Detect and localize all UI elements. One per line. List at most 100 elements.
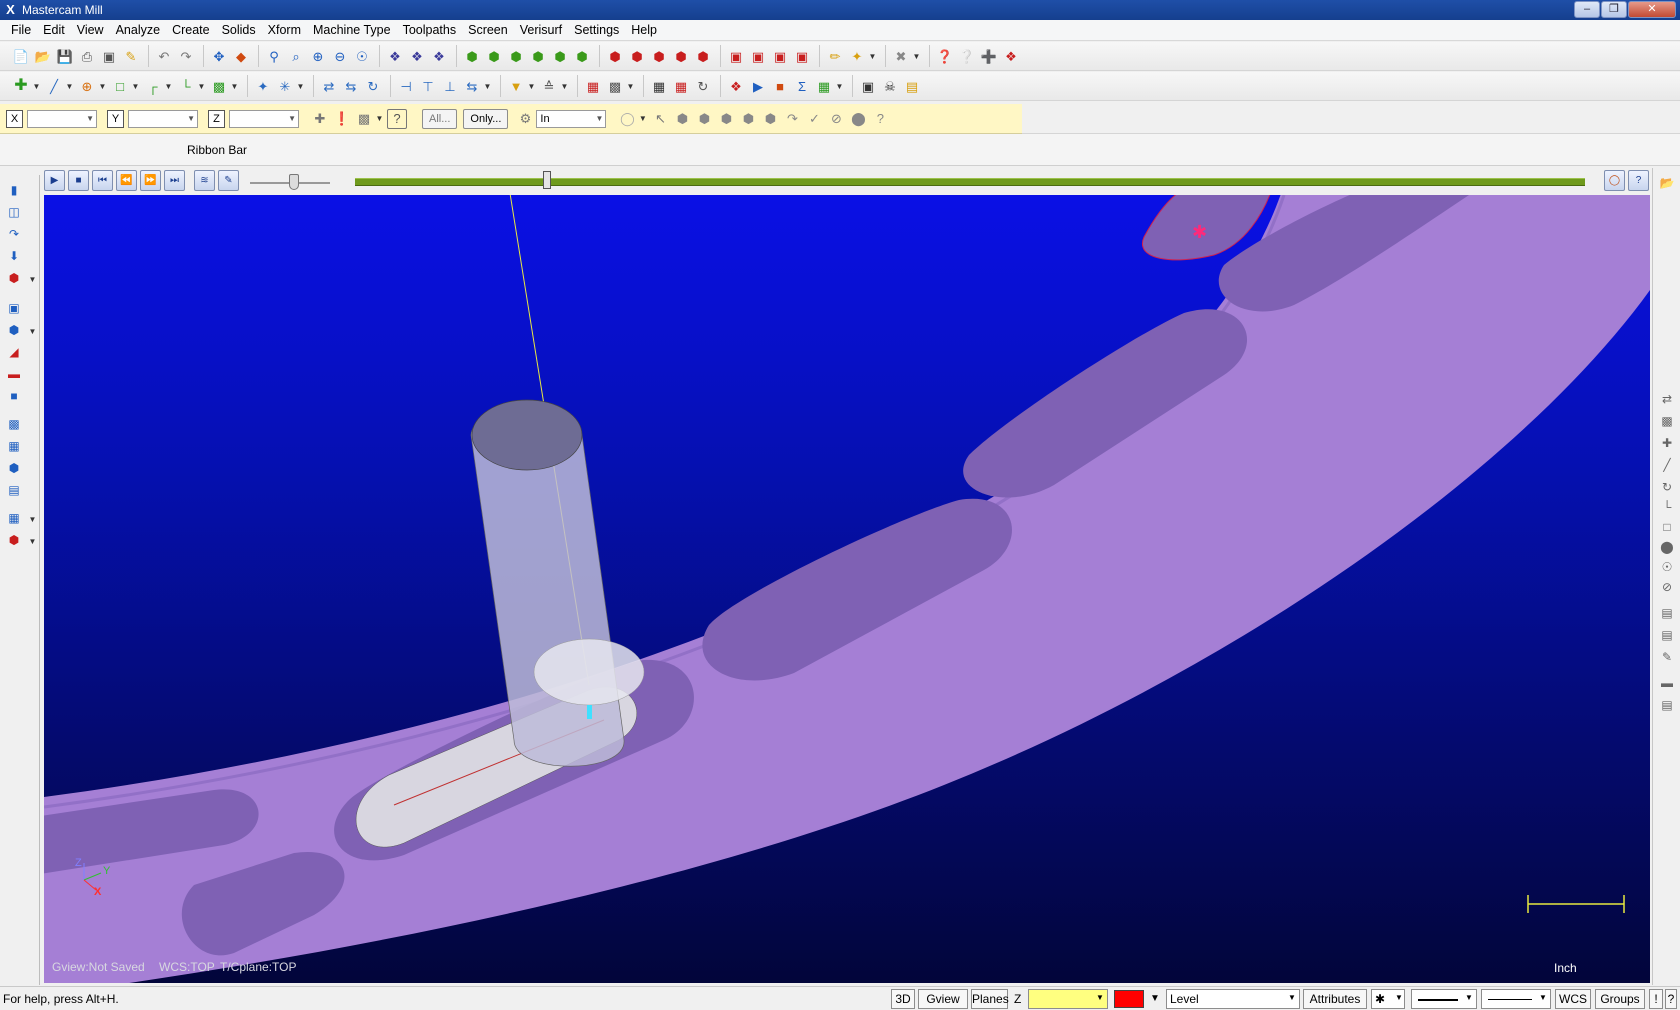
xform-stretch-icon[interactable]: ╱ xyxy=(1658,456,1676,474)
zoom-out-icon[interactable]: ⊖ xyxy=(330,46,350,66)
view-top-icon[interactable]: ⬢ xyxy=(462,46,482,66)
screenshot-icon[interactable]: ▣ xyxy=(858,76,878,96)
xform-clear-icon[interactable]: ⊘ xyxy=(1658,578,1676,596)
lathe-icon[interactable]: ☠ xyxy=(880,76,900,96)
create-rectangle-icon[interactable]: □ xyxy=(110,76,130,96)
selection-mode-icon[interactable]: ⚙ xyxy=(515,109,535,129)
project-icon[interactable]: ⊥ xyxy=(440,76,460,96)
cplane-front-icon[interactable]: ⬢ xyxy=(627,46,647,66)
end-selection-icon[interactable]: ⬤ xyxy=(848,109,868,129)
tplane-side-icon[interactable]: ▣ xyxy=(770,46,790,66)
chevron-down-icon[interactable]: ▼ xyxy=(65,82,74,91)
menu-help[interactable]: Help xyxy=(625,20,663,40)
window-select-icon[interactable]: ◯ xyxy=(617,109,637,129)
select-only-button[interactable]: Only... xyxy=(463,108,509,129)
chevron-down-icon[interactable]: ▼ xyxy=(230,82,239,91)
regenerate-icon[interactable]: ↻ xyxy=(693,76,713,96)
z-coordinate-input[interactable]: ▼ xyxy=(229,109,299,128)
menu-screen[interactable]: Screen xyxy=(462,20,514,40)
fillet-icon[interactable]: ┌ xyxy=(143,76,163,96)
xform-array-icon[interactable]: ▤ xyxy=(1658,604,1676,622)
solid-chamfer-icon[interactable]: ▣ xyxy=(5,299,23,317)
solid-layout-icon[interactable]: ▩ xyxy=(5,415,23,433)
chevron-down-icon[interactable]: ▼ xyxy=(483,82,492,91)
solid-fillet-icon[interactable]: ⬢ xyxy=(5,269,23,287)
trim-icon[interactable]: ✦ xyxy=(253,76,273,96)
clipboard-icon[interactable]: ▤ xyxy=(902,76,922,96)
z-coordinate-label[interactable]: Z xyxy=(208,109,225,128)
print-icon[interactable]: ⎙ xyxy=(77,46,97,66)
solid-shell-icon[interactable]: ⬢ xyxy=(5,321,23,339)
step-back-button[interactable]: ⏪ xyxy=(116,170,137,191)
solid-draft-icon[interactable]: ■ xyxy=(5,387,23,405)
xform-translate-icon[interactable]: ⇄ xyxy=(319,76,339,96)
y-coordinate-input[interactable]: ▼ xyxy=(128,109,198,128)
shaded-icon[interactable]: ❖ xyxy=(429,46,449,66)
backplot-icon[interactable]: ▶ xyxy=(748,76,768,96)
chevron-down-icon[interactable]: ▼ xyxy=(197,82,206,91)
verify-select-icon[interactable]: ✓ xyxy=(804,109,824,129)
new-file-icon[interactable]: 📄 xyxy=(11,46,31,66)
move-icon[interactable]: ✥ xyxy=(209,46,229,66)
view-front-icon[interactable]: ⬢ xyxy=(484,46,504,66)
zoom-target-icon[interactable]: ☉ xyxy=(352,46,372,66)
undo-icon[interactable]: ↶ xyxy=(154,46,174,66)
stop-conditions-button[interactable]: ◯ xyxy=(1604,170,1625,191)
attributes-button[interactable]: Attributes xyxy=(1303,989,1367,1009)
units-select[interactable]: In ▼ xyxy=(536,109,607,128)
xform-offset-icon[interactable]: ✚ xyxy=(1658,434,1676,452)
open-file-icon[interactable]: 📂 xyxy=(33,46,53,66)
chamfer-icon[interactable]: └ xyxy=(176,76,196,96)
chevron-down-icon[interactable]: ▼ xyxy=(835,82,844,91)
play-button[interactable]: ▶ xyxy=(44,170,65,191)
solid-from-surface-icon[interactable]: ▦ xyxy=(5,437,23,455)
edge-select-icon[interactable]: ⬢ xyxy=(716,109,736,129)
solid-thicken-icon[interactable]: ⬢ xyxy=(5,459,23,477)
chevron-down-icon[interactable]: ▼ xyxy=(375,114,384,123)
menu-view[interactable]: View xyxy=(71,20,110,40)
solid-sweep-icon[interactable]: ↷ xyxy=(5,225,23,243)
help-plus-icon[interactable]: ➕ xyxy=(979,46,999,66)
offset-icon[interactable]: ⊤ xyxy=(418,76,438,96)
tplane-top-icon[interactable]: ▣ xyxy=(726,46,746,66)
selection-help-icon[interactable]: ? xyxy=(870,109,890,129)
menu-xform[interactable]: Xform xyxy=(262,20,307,40)
chevron-down-icon[interactable]: ▼ xyxy=(638,114,647,123)
chevron-down-icon[interactable]: ▼ xyxy=(527,82,536,91)
x-coordinate-label[interactable]: X xyxy=(6,109,23,128)
stretch-icon[interactable]: ⇆ xyxy=(462,76,482,96)
fit-screen-icon[interactable]: ⚲ xyxy=(264,46,284,66)
solid-find-features-icon[interactable]: ▦ xyxy=(5,509,23,527)
solid-loft-icon[interactable]: ⬇ xyxy=(5,247,23,265)
minimize-button[interactable]: – xyxy=(1574,1,1600,18)
chevron-down-icon[interactable]: ▼ xyxy=(164,82,173,91)
fast-point-icon[interactable]: ✚ xyxy=(310,109,330,129)
view-right-icon[interactable]: ⬢ xyxy=(506,46,526,66)
print-preview-icon[interactable]: ▣ xyxy=(99,46,119,66)
zoom-in-icon[interactable]: ⊕ xyxy=(308,46,328,66)
skip-to-start-button[interactable]: ⏮ xyxy=(92,170,113,191)
step-forward-button[interactable]: ⏩ xyxy=(140,170,161,191)
back-face-icon[interactable]: ↷ xyxy=(782,109,802,129)
body-select-icon[interactable]: ⬢ xyxy=(738,109,758,129)
dimension-icon[interactable]: ⊣ xyxy=(396,76,416,96)
save-icon[interactable]: 💾 xyxy=(55,46,75,66)
skip-to-end-button[interactable]: ⏭ xyxy=(164,170,185,191)
chevron-down-icon[interactable]: ▼ xyxy=(28,515,37,524)
planes-button[interactable]: Planes xyxy=(971,989,1009,1009)
view-back-icon[interactable]: ⬢ xyxy=(550,46,570,66)
context-help-icon[interactable]: ❔ xyxy=(957,46,977,66)
loop-select-icon[interactable]: ⬢ xyxy=(760,109,780,129)
redo-icon[interactable]: ↷ xyxy=(176,46,196,66)
help-button[interactable]: ? xyxy=(1665,989,1677,1009)
chevron-down-icon[interactable]: ▼ xyxy=(1096,993,1104,1002)
menu-verisurf[interactable]: Verisurf xyxy=(514,20,568,40)
operations-icon[interactable]: ▦ xyxy=(671,76,691,96)
menu-solids[interactable]: Solids xyxy=(216,20,262,40)
wcs-button[interactable]: WCS xyxy=(1555,989,1591,1009)
break-icon[interactable]: ✳ xyxy=(275,76,295,96)
wireframe-icon[interactable]: ❖ xyxy=(385,46,405,66)
xform-mirror-icon[interactable]: ⇆ xyxy=(341,76,361,96)
chevron-down-icon[interactable]: ▼ xyxy=(1465,993,1473,1002)
solid-select-icon[interactable]: ⬢ xyxy=(672,109,692,129)
